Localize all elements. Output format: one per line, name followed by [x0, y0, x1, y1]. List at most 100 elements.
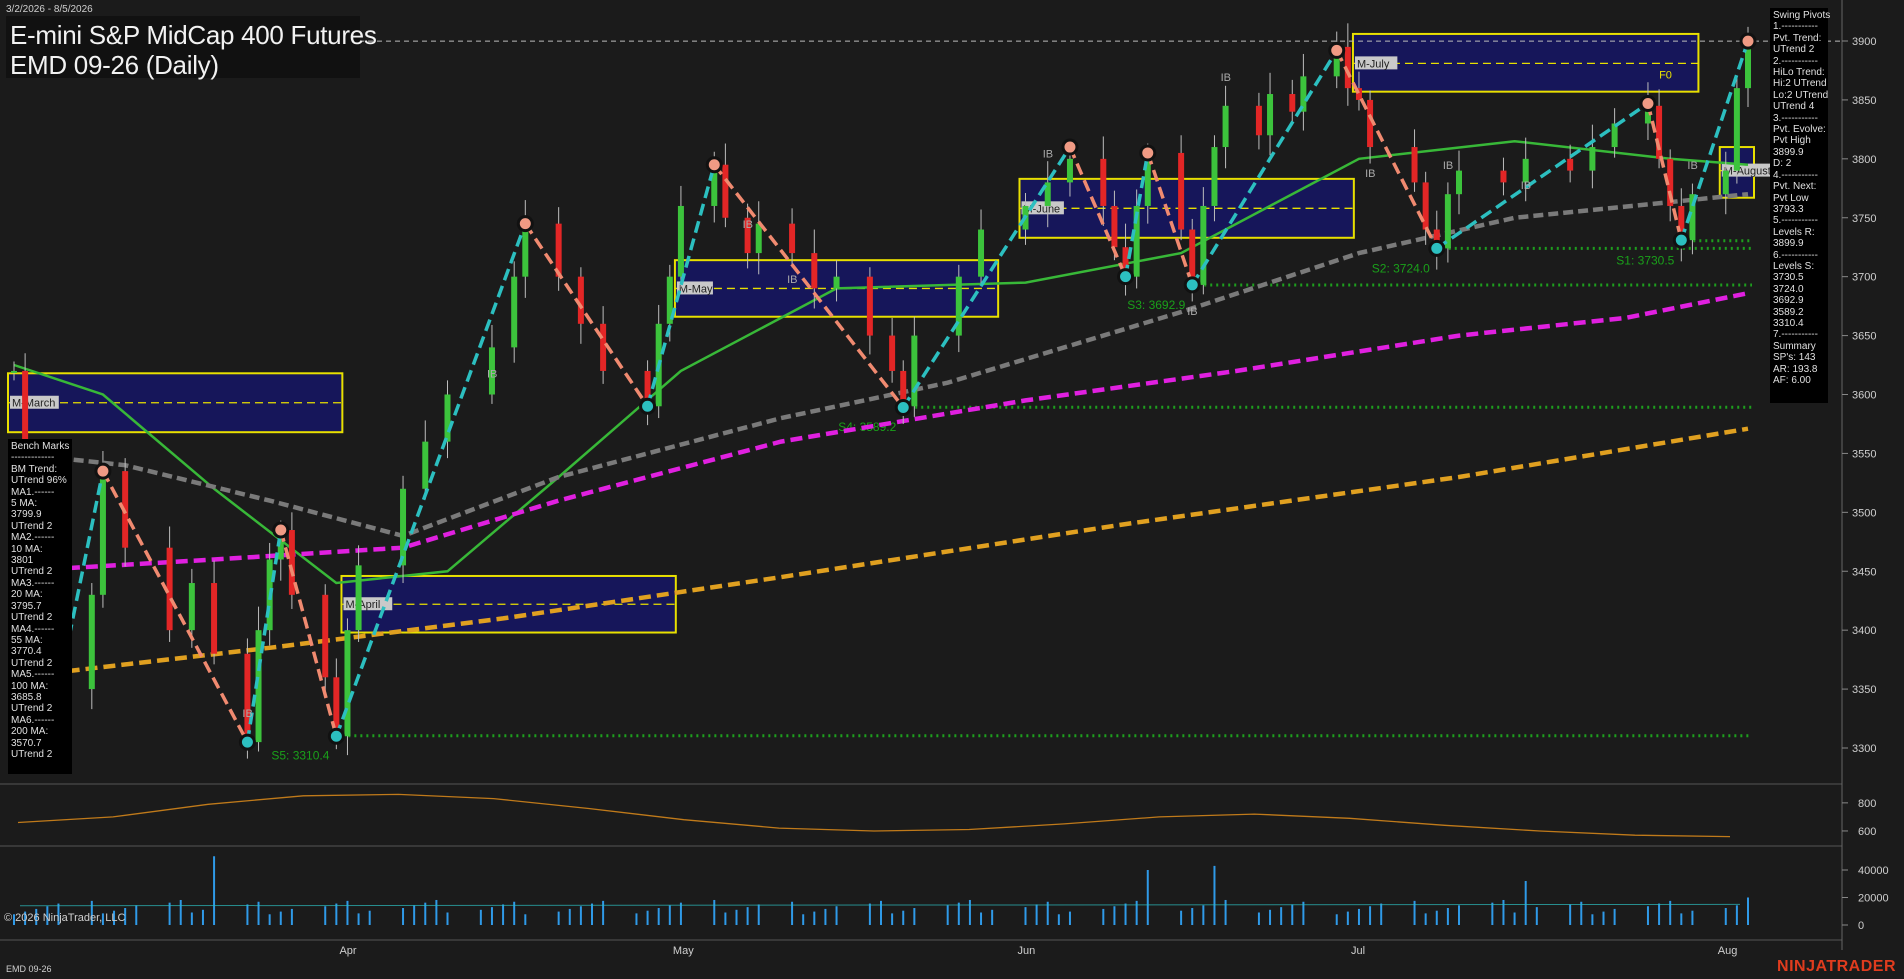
swing-pivot-dot: [238, 733, 256, 751]
swing-pivot-dot: [327, 727, 345, 745]
candle-body: [344, 630, 351, 737]
bench-mark-line: 3570.7: [11, 737, 42, 749]
bench-mark-line: MA4.------: [11, 623, 55, 635]
y-tick-label: 3550: [1852, 448, 1876, 460]
bench-mark-line: UTrend 2: [11, 566, 53, 578]
swing-pivot-line: Pvt. Trend:: [1773, 32, 1822, 44]
candle-body: [322, 594, 329, 678]
bench-mark-line: 100 MA:: [11, 680, 49, 692]
candle-body: [1222, 105, 1229, 148]
bench-mark-line: 5 MA:: [11, 498, 38, 510]
bench-mark-line: 3801: [11, 555, 34, 567]
swing-pivot-line: 4.-----------: [1773, 169, 1818, 181]
price-chart[interactable]: 3300 3350 3400 3450 3500 3550 3600 3650 3700 3750…: [0, 0, 1904, 979]
bench-mark-line: MA3.------: [11, 577, 55, 589]
bench-mark-line: MA6.------: [11, 714, 55, 726]
swing-pivot-line: UTrend 2: [1773, 44, 1815, 56]
range-tick-label: 800: [1858, 798, 1876, 810]
bench-mark-line: 3795.7: [11, 600, 42, 612]
swing-pivot-line: 3310.4: [1773, 317, 1804, 329]
ib-marker: IB: [1365, 168, 1375, 180]
swing-pivot-dot: [94, 462, 112, 480]
swing-pivot-dot: [1061, 138, 1079, 156]
volume-tick-label: 0: [1858, 920, 1864, 932]
candle-body: [911, 335, 918, 407]
swing-pivot-line: 7.-----------: [1773, 329, 1818, 341]
candle-body: [1211, 147, 1218, 206]
x-tick-label: May: [673, 945, 694, 957]
ib-marker: IB: [1221, 72, 1231, 84]
bench-mark-line: UTrend 2: [11, 612, 53, 624]
candle-body: [11, 370, 17, 373]
y-tick-label: 3400: [1852, 625, 1876, 637]
bench-mark-line: -------------: [11, 452, 55, 464]
ib-marker: IB: [1443, 160, 1453, 172]
swing-pivot-line: 3899.9: [1773, 146, 1804, 158]
date-range: 3/2/2026 - 8/5/2026: [6, 4, 93, 15]
bench-mark-line: UTrend 2: [11, 748, 53, 760]
swing-pivot-line: Pvt Low: [1773, 192, 1809, 204]
candle-body: [1289, 94, 1296, 112]
value-area-label: M-July: [1357, 58, 1390, 70]
swing-pivot-line: 3899.9: [1773, 238, 1804, 250]
candle-body: [889, 335, 896, 371]
candle-body: [1422, 182, 1429, 230]
candle-body: [1066, 158, 1073, 183]
chart-background: [0, 0, 1904, 979]
swing-pivot-line: 3724.0: [1773, 283, 1804, 295]
bench-mark-line: 55 MA:: [11, 634, 43, 646]
swing-pivot-line: AF: 6.00: [1773, 375, 1811, 386]
swing-pivot-line: 6.-----------: [1773, 249, 1818, 261]
swing-pivot-dot: [894, 398, 912, 416]
y-tick-label: 3450: [1852, 566, 1876, 578]
swing-pivot-line: Summary: [1773, 340, 1816, 352]
chart-subtitle: EMD 09-26 (Daily): [10, 50, 219, 80]
swing-pivot-line: HiLo Trend:: [1773, 67, 1825, 79]
bench-mark-line: MA2.------: [11, 532, 55, 544]
y-tick-label: 3600: [1852, 390, 1876, 402]
copyright-text: © 2026 NinjaTrader, LLC: [4, 912, 126, 924]
swing-pivot-dot: [1739, 32, 1757, 50]
y-tick-label: 3900: [1852, 36, 1876, 48]
swing-pivot-line: Hi:2 UTrend: [1773, 78, 1827, 90]
chart-title: E-mini S&P MidCap 400 Futures: [10, 20, 377, 50]
bench-mark-line: 20 MA:: [11, 589, 43, 601]
candle-body: [1589, 147, 1596, 171]
y-tick-label: 3650: [1852, 331, 1876, 343]
candle-body: [1656, 105, 1663, 159]
brand-logo: NINJATRADER: [1777, 958, 1896, 975]
swing-pivot-line: UTrend 4: [1773, 101, 1815, 113]
bench-mark-line: 3685.8: [11, 691, 42, 703]
value-area-label: M-May: [679, 283, 713, 295]
ib-marker: IB: [787, 274, 797, 286]
candle-body: [188, 583, 195, 631]
candle-body: [88, 594, 95, 690]
x-tick-label: Jun: [1018, 945, 1036, 957]
candle-body: [722, 164, 729, 218]
y-tick-label: 3500: [1852, 507, 1876, 519]
volume-tick-label: 20000: [1858, 893, 1889, 905]
ib-marker: IB: [242, 708, 252, 720]
swing-pivot-dot: [1139, 144, 1157, 162]
bench-mark-line: 3799.9: [11, 509, 42, 521]
candle-body: [1733, 88, 1740, 171]
swing-pivot-dot: [1639, 94, 1657, 112]
swing-pivot-line: 3692.9: [1773, 295, 1804, 307]
swing-pivot-dot: [272, 521, 290, 539]
candle-body: [400, 488, 407, 566]
swing-pivot-line: 3589.2: [1773, 306, 1804, 318]
candle-body: [755, 223, 762, 254]
bench-mark-line: Bench Marks: [11, 441, 70, 452]
f0-marker: F0: [1659, 70, 1672, 82]
bench-mark-line: BM Trend:: [11, 463, 58, 475]
candle-body: [1567, 158, 1574, 171]
candle-body: [811, 253, 818, 289]
swing-pivot-line: Pvt. Evolve:: [1773, 124, 1826, 136]
ib-marker: IB: [1687, 160, 1697, 172]
y-tick-label: 3850: [1852, 95, 1876, 107]
swing-pivot-line: 1.-----------: [1773, 21, 1818, 33]
swing-pivot-line: Swing Pivots: [1773, 10, 1831, 21]
swing-pivot-dot: [639, 397, 657, 415]
candle-body: [355, 565, 362, 631]
bench-mark-line: UTrend 2: [11, 520, 53, 532]
